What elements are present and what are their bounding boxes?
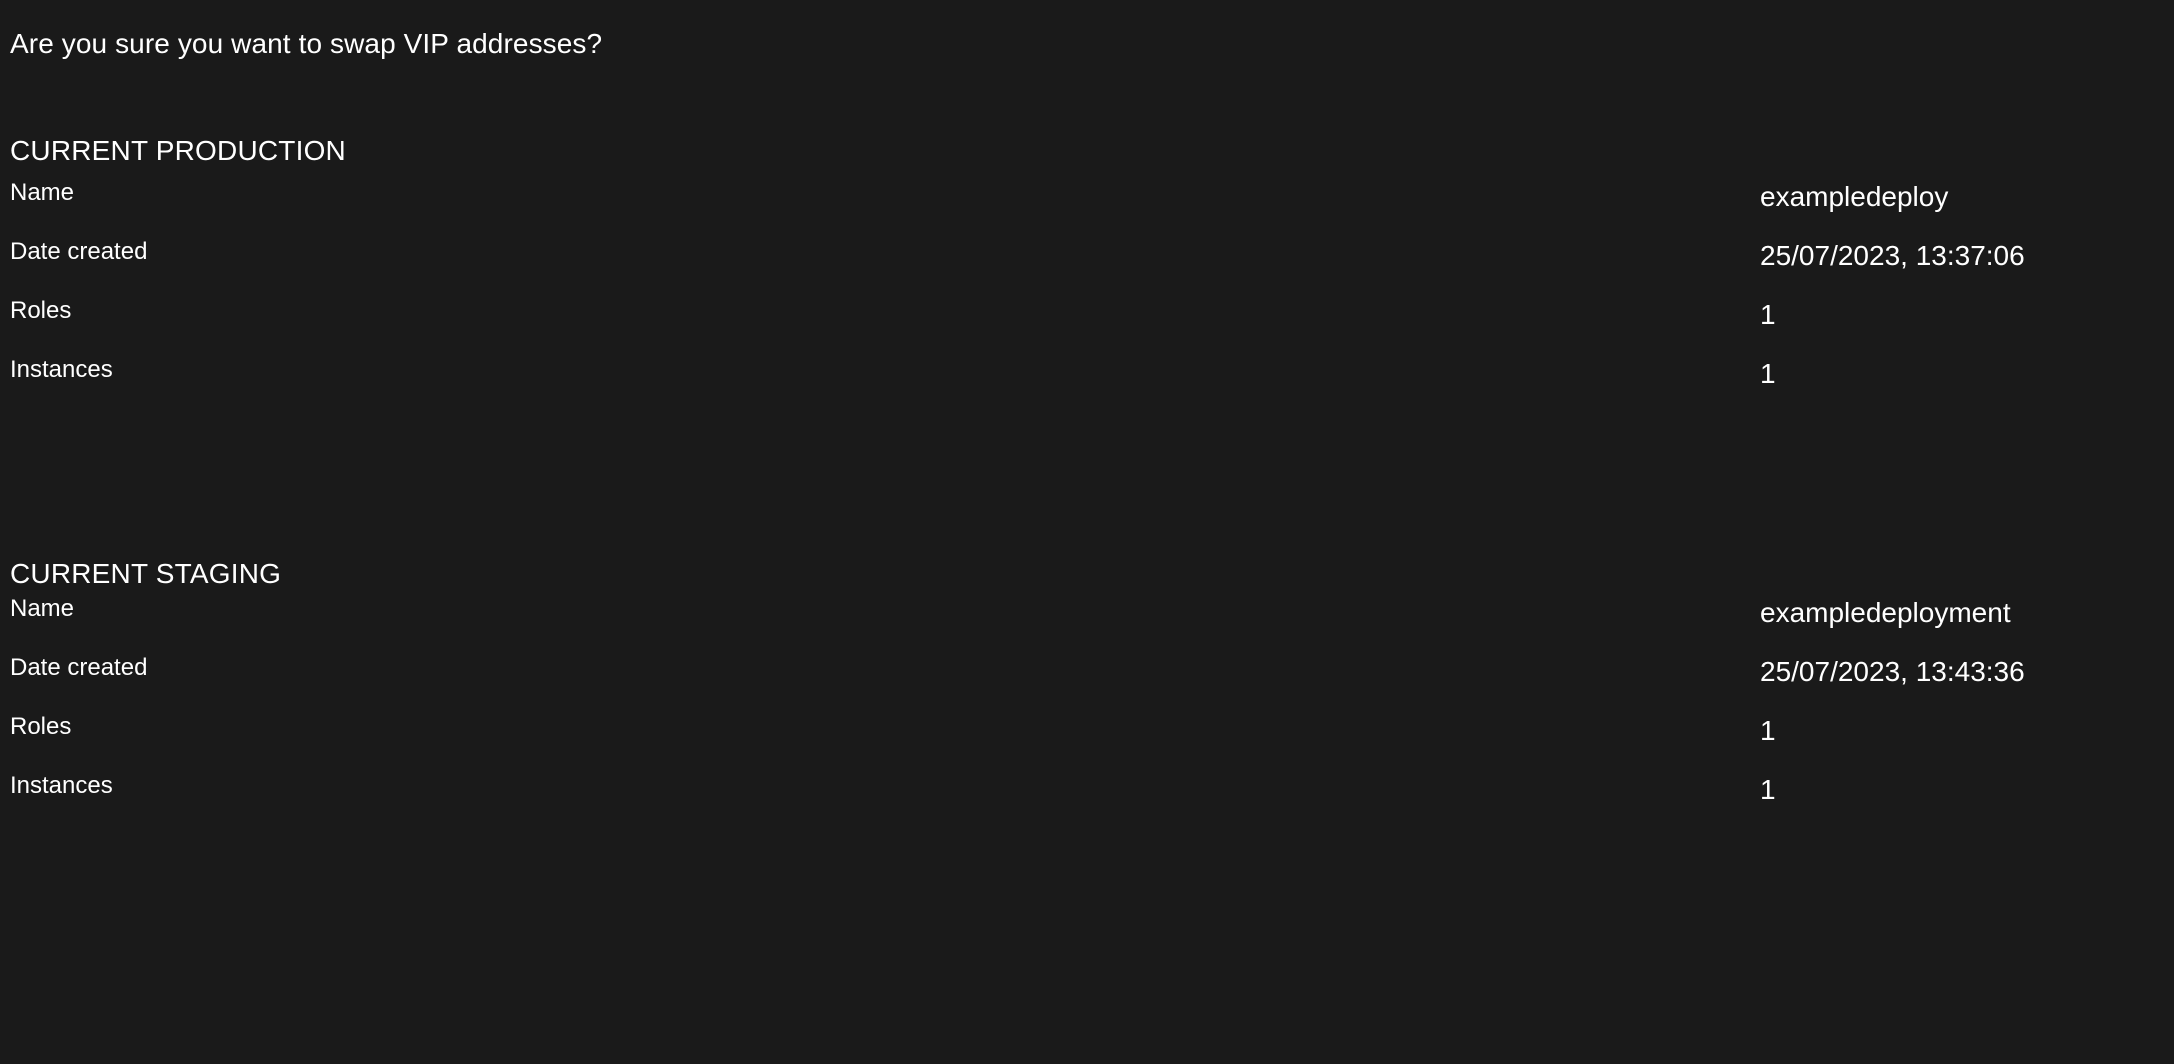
detail-label-roles: Roles [10,713,72,740]
detail-label-roles: Roles [10,297,72,324]
section-heading-current-staging: CURRENT STAGING [10,558,282,589]
section-heading-current-production: CURRENT PRODUCTION [10,135,346,166]
detail-row-production-roles: Roles 1 [0,296,2174,355]
detail-row-production-instances: Instances 1 [0,355,2174,414]
detail-label-instances: Instances [10,772,113,799]
detail-value-roles: 1 [1760,715,1776,746]
detail-value-instances: 1 [1760,774,1776,805]
detail-row-production-date-created: Date created 25/07/2023, 13:37:06 [0,237,2174,296]
detail-value-date-created: 25/07/2023, 13:43:36 [1760,656,2025,687]
detail-label-date-created: Date created [10,238,148,265]
confirmation-question: Are you sure you want to swap VIP addres… [10,28,603,59]
detail-row-staging-instances: Instances 1 [0,771,2174,830]
detail-value-roles: 1 [1760,299,1776,330]
production-detail-list: Name exampledeploy Date created 25/07/20… [0,178,2174,414]
detail-value-name: exampledeploy [1760,181,1949,212]
detail-row-staging-name: Name exampledeployment [0,594,2174,653]
detail-label-date-created: Date created [10,654,148,681]
detail-value-instances: 1 [1760,358,1776,389]
detail-value-date-created: 25/07/2023, 13:37:06 [1760,240,2025,271]
swap-vip-confirmation-dialog: Are you sure you want to swap VIP addres… [0,0,2174,1064]
detail-row-production-name: Name exampledeploy [0,178,2174,237]
detail-row-staging-date-created: Date created 25/07/2023, 13:43:36 [0,653,2174,712]
detail-label-name: Name [10,595,75,622]
detail-label-instances: Instances [10,356,113,383]
detail-value-name: exampledeployment [1760,597,2011,628]
staging-detail-list: Name exampledeployment Date created 25/0… [0,594,2174,830]
detail-label-name: Name [10,179,75,206]
detail-row-staging-roles: Roles 1 [0,712,2174,771]
